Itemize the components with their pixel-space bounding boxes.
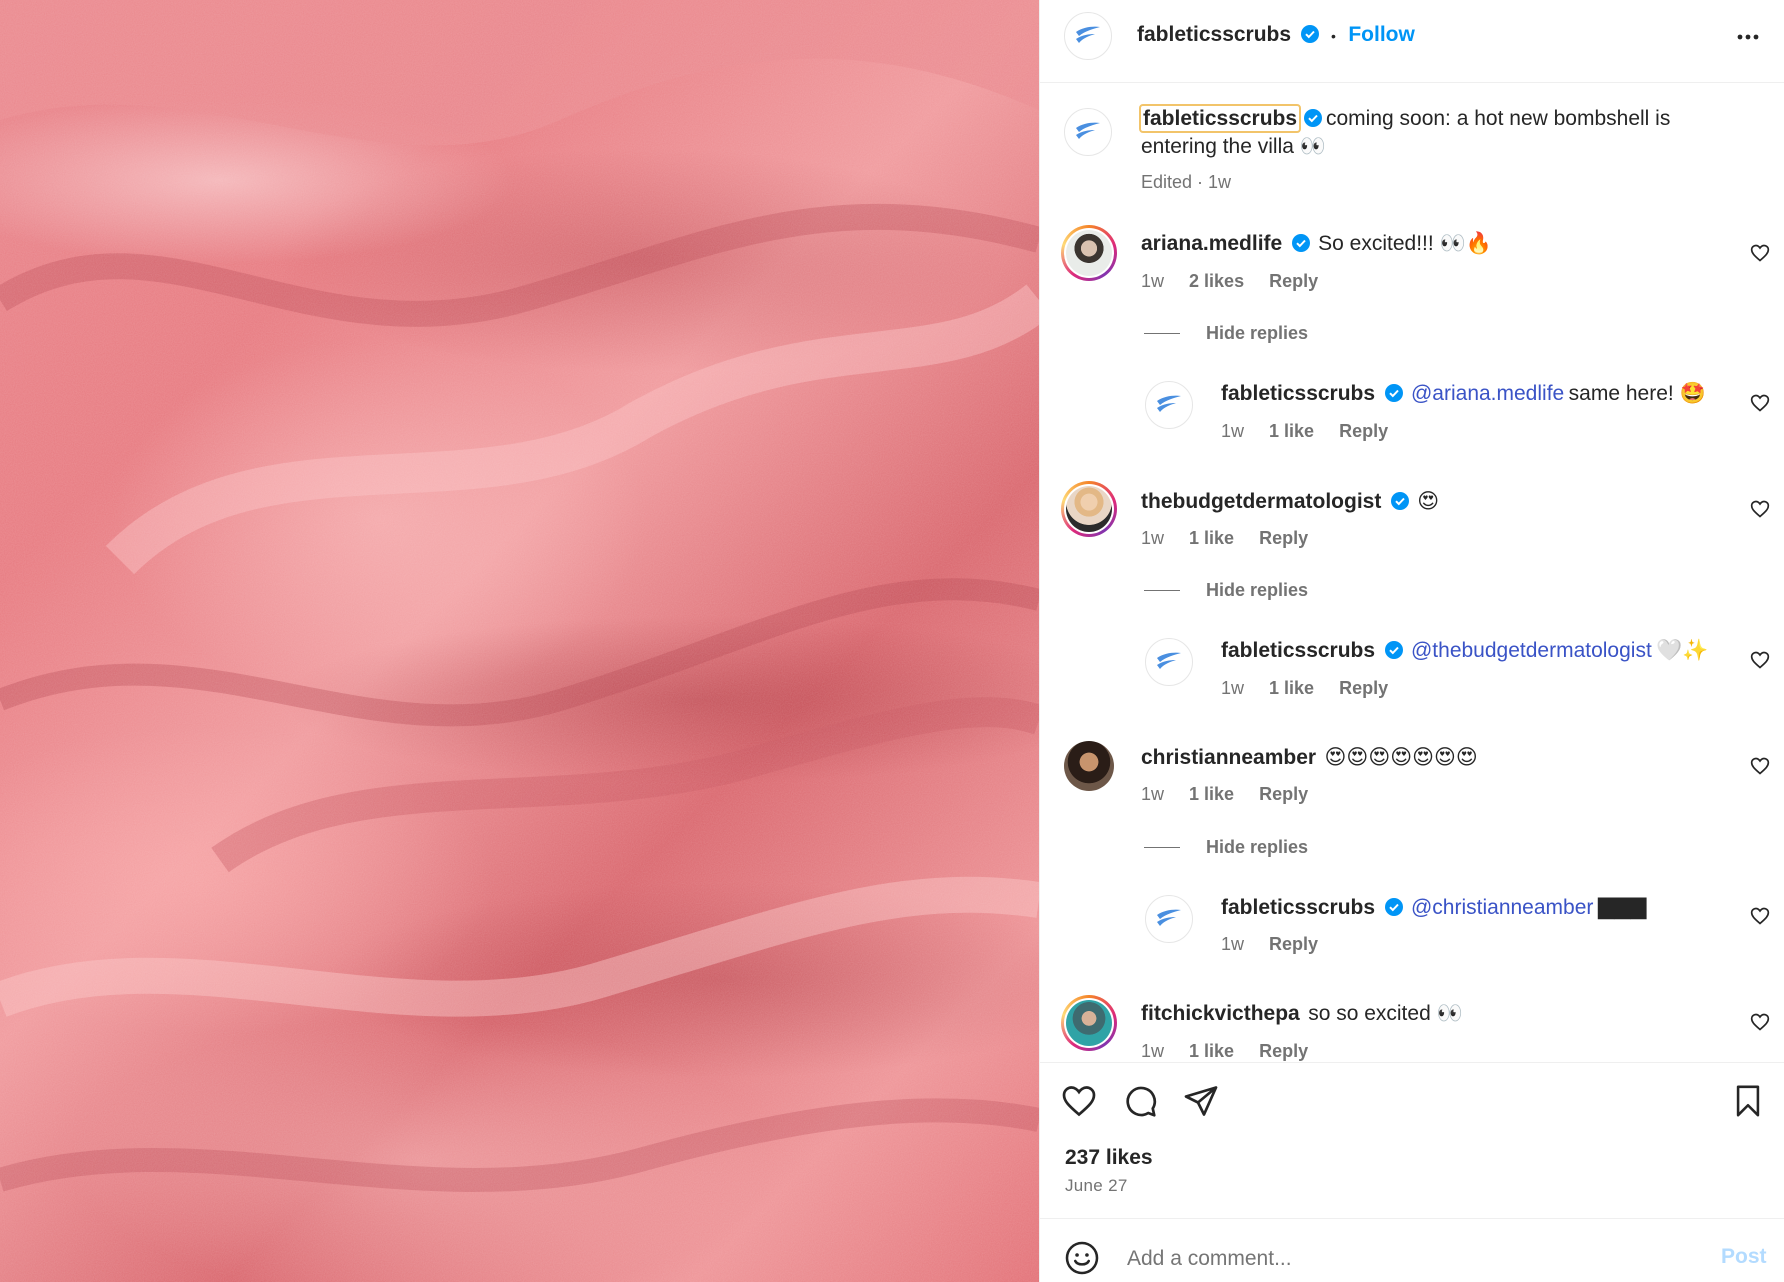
verified-badge-icon	[1300, 25, 1319, 43]
fabletics-logo-icon	[1157, 652, 1181, 669]
reply-username[interactable]: fableticsscrubs	[1221, 896, 1375, 919]
fabletics-logo-icon	[1157, 395, 1181, 412]
hide-replies-button[interactable]: Hide replies	[1206, 580, 1308, 601]
reply-avatar[interactable]	[1145, 381, 1193, 429]
verified-badge-icon	[1384, 384, 1403, 402]
comment-time: 1w	[1141, 784, 1165, 804]
comment-username[interactable]: thebudgetdermatologist	[1141, 490, 1381, 513]
reply-mention[interactable]: @thebudgetdermatologist	[1411, 639, 1652, 662]
reply-text: 🤍✨	[1656, 639, 1709, 662]
hide-replies-button[interactable]: Hide replies	[1206, 323, 1308, 344]
comment-like-heart-icon[interactable]	[1750, 906, 1770, 926]
ice-cream-texture	[0, 0, 1039, 1282]
reply-button[interactable]: Reply	[1269, 934, 1318, 954]
comment-text: 😍	[1417, 490, 1440, 513]
fabletics-logo-icon	[1157, 909, 1181, 926]
reply-mention[interactable]: @ariana.medlife	[1411, 382, 1564, 405]
comment-text: 😍😍😍😍😍😍😍	[1324, 746, 1478, 769]
share-send-icon[interactable]	[1183, 1083, 1219, 1119]
reply-time: 1w	[1221, 934, 1245, 954]
hide-replies-line	[1144, 590, 1180, 591]
comment-likes[interactable]: 1 like	[1189, 1041, 1234, 1061]
reply-text: same here! 🤩	[1568, 382, 1706, 405]
post-comment-button[interactable]: Post	[1721, 1245, 1767, 1269]
comment-like-heart-icon[interactable]	[1750, 756, 1770, 776]
verified-badge-icon	[1384, 641, 1403, 659]
comment-like-heart-icon[interactable]	[1750, 393, 1770, 413]
reply-avatar[interactable]	[1145, 895, 1193, 943]
emoji-icon[interactable]	[1064, 1240, 1100, 1276]
hide-replies-line	[1144, 847, 1180, 848]
like-heart-icon[interactable]	[1061, 1083, 1097, 1119]
follow-button[interactable]: Follow	[1348, 23, 1415, 46]
reply-likes[interactable]: 1 like	[1269, 421, 1314, 441]
verified-badge-icon	[1291, 234, 1310, 252]
caption-username[interactable]: fableticsscrubs	[1139, 104, 1302, 133]
likes-count[interactable]: 237 likes	[1065, 1146, 1153, 1170]
reply-mention[interactable]: @christianneamber	[1411, 896, 1593, 919]
reply-time: 1w	[1221, 421, 1245, 441]
more-options-button[interactable]	[1735, 24, 1761, 55]
reply-button[interactable]: Reply	[1259, 1041, 1308, 1061]
comment-time: 1w	[1141, 1041, 1165, 1061]
comment-likes[interactable]: 1 like	[1189, 784, 1234, 804]
reply-username[interactable]: fableticsscrubs	[1221, 639, 1375, 662]
reply-button[interactable]: Reply	[1339, 421, 1388, 441]
comment-icon[interactable]	[1122, 1083, 1158, 1119]
comment-like-heart-icon[interactable]	[1750, 1012, 1770, 1032]
comment-username[interactable]: fitchickvicthepa	[1141, 1002, 1300, 1025]
save-bookmark-icon[interactable]	[1731, 1083, 1765, 1119]
post-header: fableticsscrubs • Follow	[1040, 0, 1784, 83]
reply-button[interactable]: Reply	[1259, 784, 1308, 804]
comment-like-heart-icon[interactable]	[1750, 499, 1770, 519]
comment-like-heart-icon[interactable]	[1750, 650, 1770, 670]
reply-button[interactable]: Reply	[1269, 271, 1318, 291]
commenter-avatar[interactable]	[1061, 995, 1117, 1051]
reply-username[interactable]: fableticsscrubs	[1221, 382, 1375, 405]
reply-button[interactable]: Reply	[1339, 678, 1388, 698]
post-date: June 27	[1065, 1176, 1128, 1195]
more-options-icon	[1737, 34, 1759, 40]
reply-text: ▇▇▇	[1597, 896, 1647, 919]
hide-replies-line	[1144, 333, 1180, 334]
verified-badge-icon	[1384, 898, 1403, 916]
comment-time: 1w	[1141, 528, 1165, 548]
reply-likes[interactable]: 1 like	[1269, 678, 1314, 698]
fabletics-logo-icon	[1076, 122, 1100, 139]
caption-avatar[interactable]	[1064, 108, 1112, 156]
comment-username[interactable]: christianneamber	[1141, 746, 1316, 769]
comment-text: So excited!!! 👀🔥	[1318, 232, 1492, 255]
reply-avatar[interactable]	[1145, 638, 1193, 686]
hide-replies-button[interactable]: Hide replies	[1206, 837, 1308, 858]
caption-text: coming soon: a hot new bombshell is	[1325, 107, 1671, 130]
header-username[interactable]: fableticsscrubs	[1137, 23, 1291, 46]
reply-time: 1w	[1221, 678, 1245, 698]
comment-username[interactable]: ariana.medlife	[1141, 232, 1282, 255]
post-media-image[interactable]	[0, 0, 1039, 1282]
commenter-avatar[interactable]	[1061, 225, 1117, 281]
comment-input[interactable]	[1125, 1240, 1649, 1278]
comment-likes[interactable]: 2 likes	[1189, 271, 1244, 291]
caption-meta: Edited · 1w	[1141, 172, 1232, 192]
commenter-avatar[interactable]	[1064, 741, 1114, 791]
comment-likes[interactable]: 1 like	[1189, 528, 1234, 548]
verified-badge-icon	[1390, 492, 1409, 510]
commenter-avatar[interactable]	[1061, 481, 1117, 537]
composer-divider	[1040, 1218, 1784, 1219]
reply-button[interactable]: Reply	[1259, 528, 1308, 548]
post-detail-panel: fableticsscrubs • Follow fableticsscrubs	[1039, 0, 1784, 1282]
fabletics-logo-icon	[1076, 26, 1100, 43]
actions-section: 237 likes June 27	[1040, 1063, 1784, 1218]
separator-dot: •	[1330, 28, 1336, 44]
comment-like-heart-icon[interactable]	[1750, 243, 1770, 263]
comment-time: 1w	[1141, 271, 1165, 291]
verified-badge-icon	[1303, 109, 1322, 127]
comment-text: so so excited 👀	[1308, 1002, 1463, 1025]
caption-text-line2: entering the villa 👀	[1141, 135, 1326, 158]
account-avatar[interactable]	[1064, 12, 1112, 60]
